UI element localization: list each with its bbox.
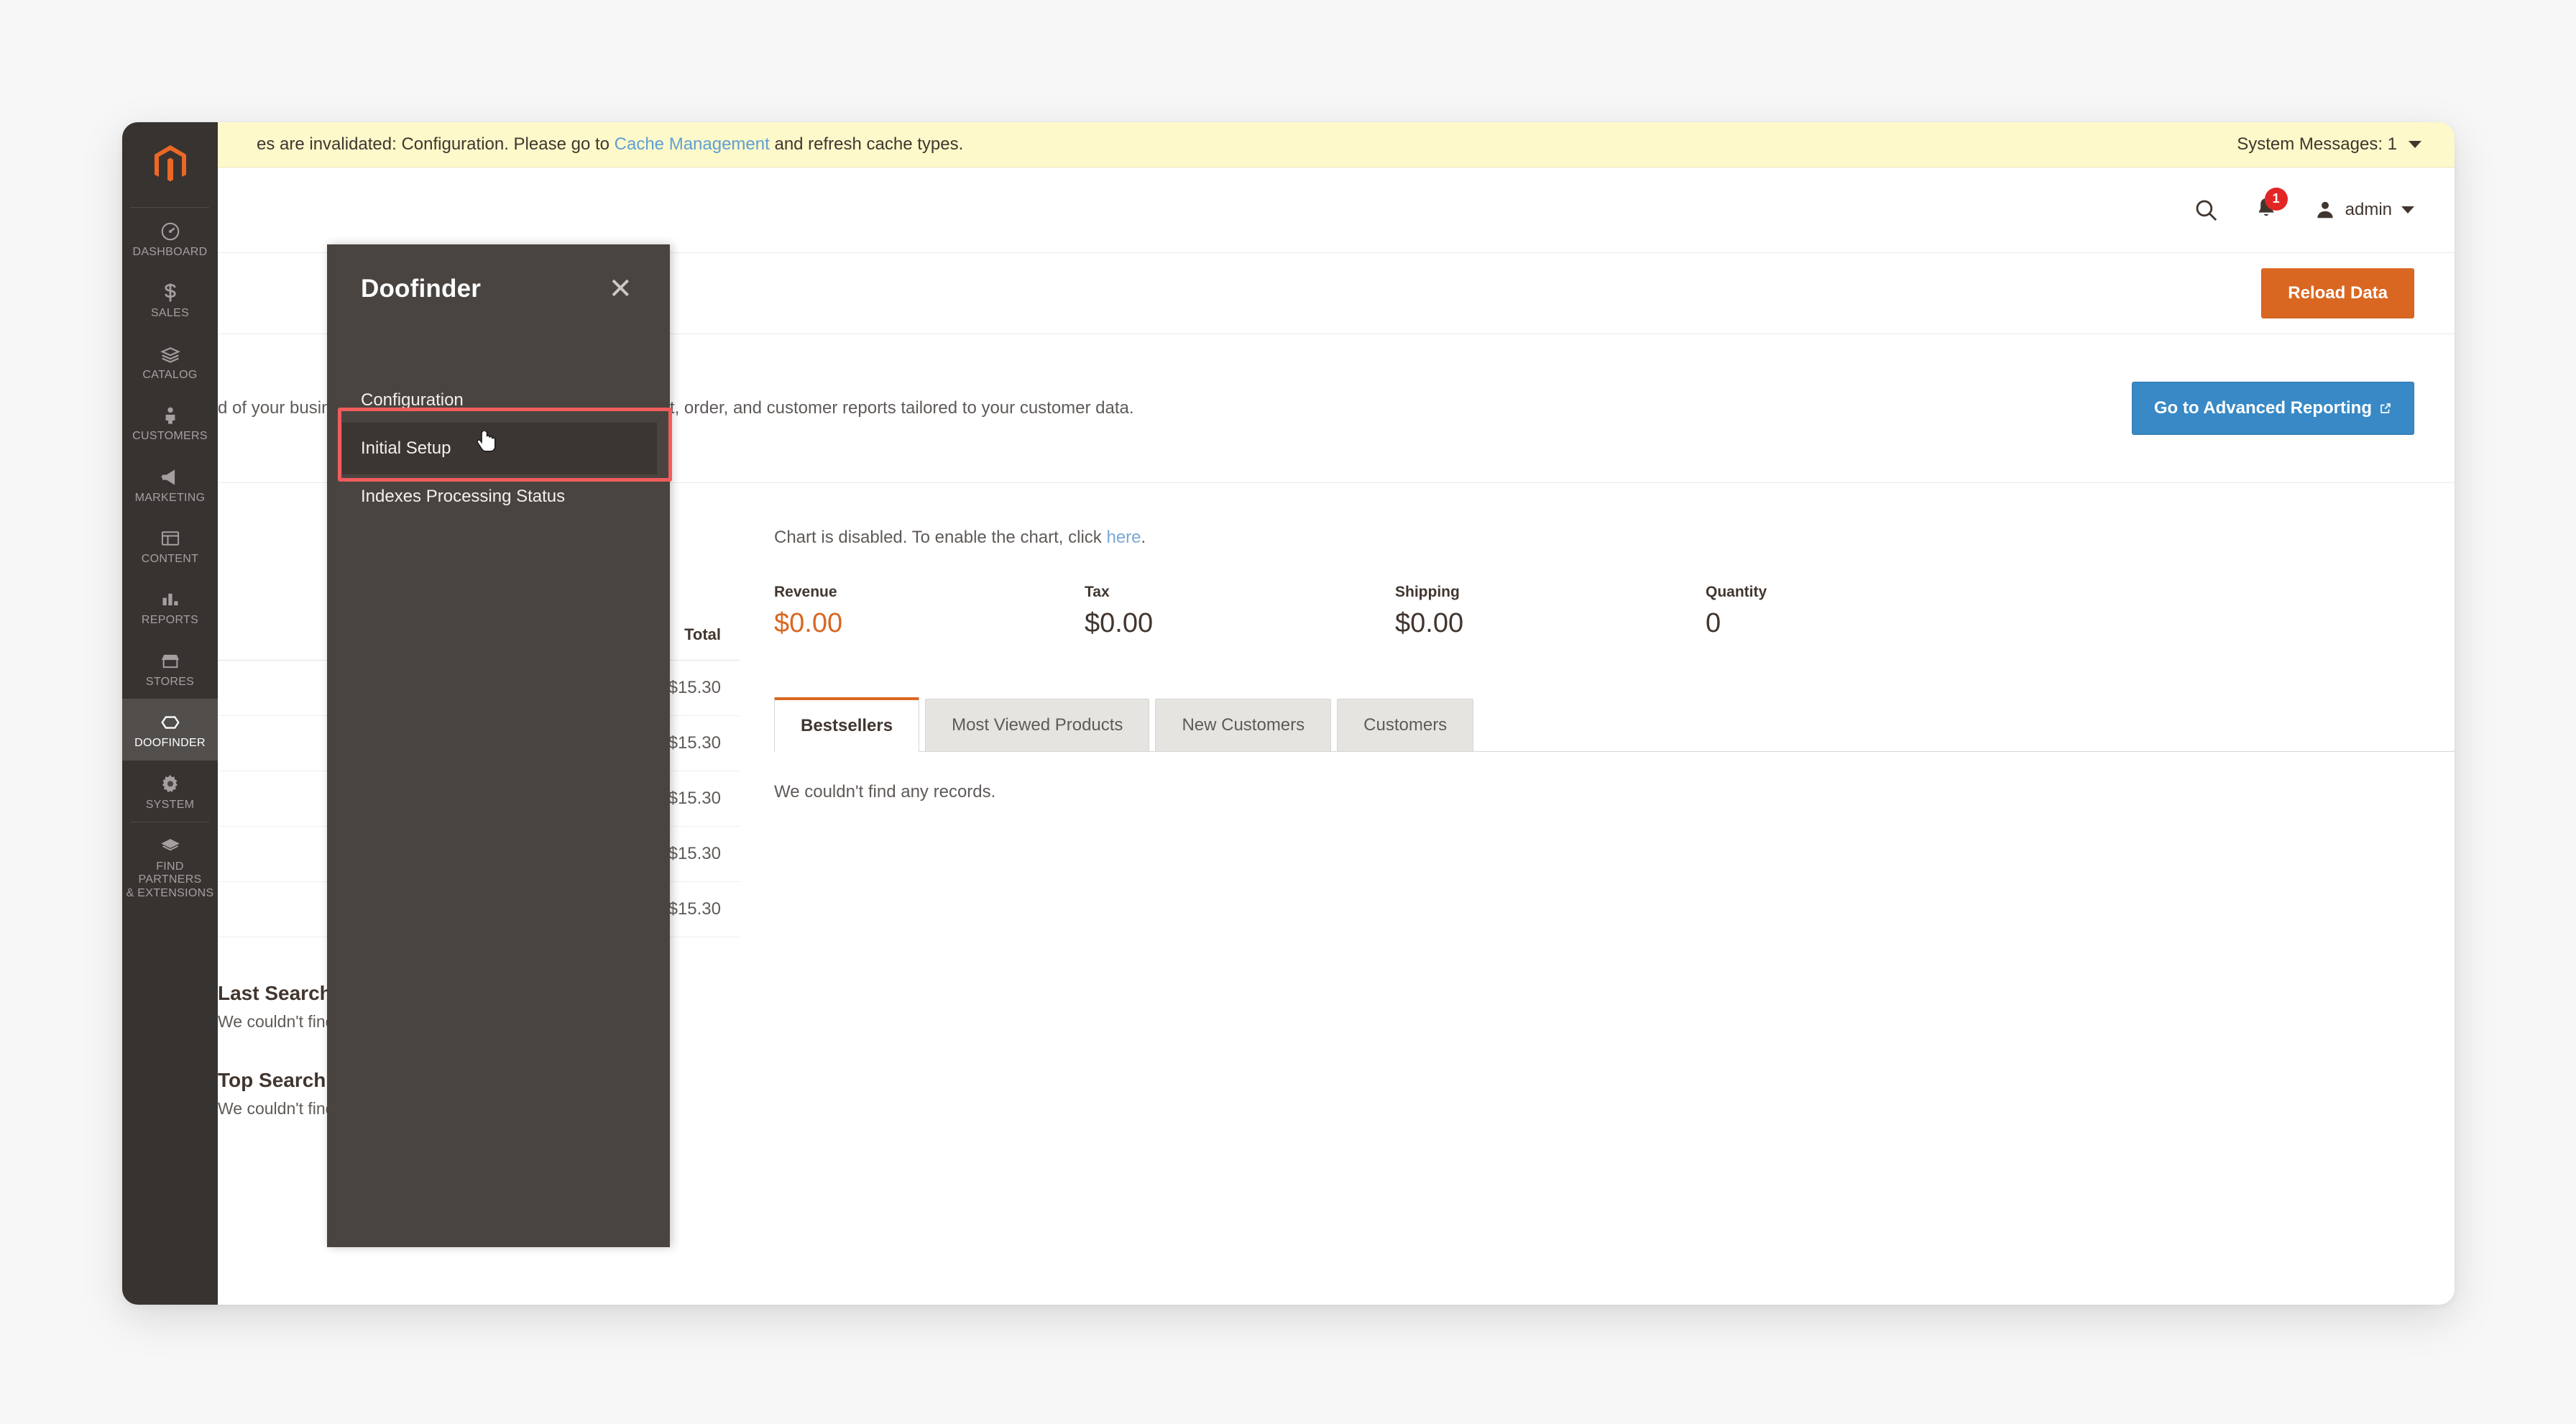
person-icon (124, 403, 216, 428)
total-quantity: Quantity 0 (1706, 584, 1921, 639)
reload-data-button[interactable]: Reload Data (2261, 268, 2414, 318)
tab-empty-message: We couldn't find any records. (774, 782, 996, 801)
chart-note-before: Chart is disabled. To enable the chart, … (774, 528, 1107, 547)
close-icon[interactable]: ✕ (602, 273, 638, 305)
chart-disabled-note: Chart is disabled. To enable the chart, … (774, 528, 2455, 548)
total-label: Revenue (774, 584, 837, 600)
total-value: 0 (1706, 608, 1721, 638)
sidebar-item-label: REPORTS (141, 614, 199, 627)
bar-chart-icon (124, 587, 216, 612)
tab-new-customers[interactable]: New Customers (1155, 699, 1332, 752)
hexagon-icon (124, 710, 216, 735)
boxes-icon (124, 342, 216, 367)
sidebar-item-marketing[interactable]: MARKETING (122, 454, 218, 515)
sidebar-item-stores[interactable]: STORES (122, 638, 218, 699)
gear-icon (124, 772, 216, 796)
sidebar-item-doofinder[interactable]: DOOFINDER (122, 699, 218, 761)
total-shipping: Shipping $0.00 (1395, 584, 1706, 639)
total-tax: Tax $0.00 (1085, 584, 1395, 639)
package-icon (124, 834, 216, 858)
sidebar-item-label: DASHBOARD (132, 246, 208, 258)
total-value: $0.00 (1395, 608, 1464, 638)
magento-logo[interactable] (122, 122, 218, 207)
system-message-text-before: es are invalidated: Configuration. Pleas… (257, 134, 615, 154)
chart-note-after: . (1141, 528, 1146, 547)
sidebar-item-label: CATALOG (142, 368, 198, 381)
admin-user-label: admin (2345, 200, 2392, 219)
dollar-icon (124, 280, 216, 305)
flyout-item-configuration[interactable]: Configuration (327, 378, 670, 423)
system-messages-count-label: System Messages: 1 (2237, 134, 2397, 154)
chevron-down-icon (2401, 206, 2414, 213)
system-message-bar: es are invalidated: Configuration. Pleas… (218, 122, 2455, 167)
notifications-count-badge: 1 (2264, 187, 2288, 211)
sidebar-item-label: CONTENT (141, 552, 199, 565)
system-messages-toggle[interactable]: System Messages: 1 (2237, 134, 2421, 155)
total-revenue: Revenue $0.00 (774, 584, 1085, 639)
admin-header: 1 admin (218, 167, 2455, 252)
layout-icon (124, 526, 216, 551)
storefront-icon (124, 649, 216, 674)
sidebar-item-dashboard[interactable]: DASHBOARD (122, 208, 218, 269)
sidebar-item-label: CUSTOMERS (132, 430, 208, 443)
search-icon[interactable] (2194, 198, 2218, 222)
external-link-icon (2380, 403, 2391, 413)
gauge-icon (124, 219, 216, 244)
total-label: Shipping (1395, 584, 1460, 600)
flyout-item-initial-setup[interactable]: Initial Setup (342, 423, 657, 474)
sidebar-item-catalog[interactable]: CATALOG (122, 331, 218, 392)
total-value: $0.00 (774, 608, 843, 638)
sidebar-item-customers[interactable]: CUSTOMERS (122, 392, 218, 453)
user-icon (2317, 201, 2333, 219)
system-message-text-after: and refresh cache types. (769, 134, 964, 154)
doofinder-flyout-menu: Doofinder ✕ Configuration Initial Setup In… (327, 244, 670, 1247)
sidebar-item-label: FIND PARTNERS & EXTENSIONS (126, 860, 214, 899)
admin-user-menu[interactable]: admin (2314, 199, 2414, 221)
cache-management-link[interactable]: Cache Management (615, 134, 770, 154)
tab-most-viewed-products[interactable]: Most Viewed Products (925, 699, 1150, 752)
sidebar-item-label: MARKETING (134, 491, 206, 504)
totals-row: Revenue $0.00 Tax $0.00 Shipping $0.00 Quantit… (774, 584, 2455, 639)
go-to-advanced-reporting-label: Go to Advanced Reporting (2153, 398, 2372, 418)
dashboard-right-column: Chart is disabled. To enable the chart, … (740, 483, 2455, 1118)
sidebar-item-sales[interactable]: SALES (122, 269, 218, 330)
go-to-advanced-reporting-button[interactable]: Go to Advanced Reporting (2131, 382, 2414, 435)
flyout-menu-list: Configuration Initial Setup Indexes Proces… (327, 378, 670, 519)
tab-customers[interactable]: Customers (1337, 699, 1474, 752)
admin-sidebar: DASHBOARD SALES CATALOG CUSTOMERS MARKETING C… (122, 122, 218, 1305)
total-label: Tax (1085, 584, 1110, 600)
notifications-bell[interactable]: 1 (2254, 187, 2288, 224)
enable-chart-link[interactable]: here (1106, 528, 1141, 547)
total-value: $0.00 (1085, 608, 1154, 638)
sidebar-item-system[interactable]: SYSTEM (122, 761, 218, 822)
chevron-down-icon (2409, 141, 2421, 148)
flyout-header: Doofinder ✕ (327, 244, 670, 305)
sidebar-item-label: SALES (150, 307, 190, 320)
sidebar-item-reports[interactable]: REPORTS (122, 576, 218, 637)
flyout-item-indexes-processing-status[interactable]: Indexes Processing Status (327, 474, 670, 519)
sidebar-item-label: STORES (145, 675, 195, 688)
megaphone-icon (124, 465, 216, 490)
sidebar-item-label: DOOFINDER (134, 737, 206, 750)
sidebar-item-label: SYSTEM (145, 798, 195, 811)
total-label: Quantity (1706, 584, 1767, 600)
sidebar-item-content[interactable]: CONTENT (122, 515, 218, 576)
browser-window: es are invalidated: Configuration. Pleas… (122, 122, 2455, 1305)
tab-bestsellers[interactable]: Bestsellers (774, 697, 920, 753)
sidebar-item-find-partners-extensions[interactable]: FIND PARTNERS & EXTENSIONS (122, 822, 218, 910)
dashboard-tabs: Bestsellers Most Viewed Products New Custo… (774, 697, 2455, 753)
flyout-title: Doofinder (361, 275, 482, 303)
system-message-text: es are invalidated: Configuration. Pleas… (257, 134, 963, 155)
